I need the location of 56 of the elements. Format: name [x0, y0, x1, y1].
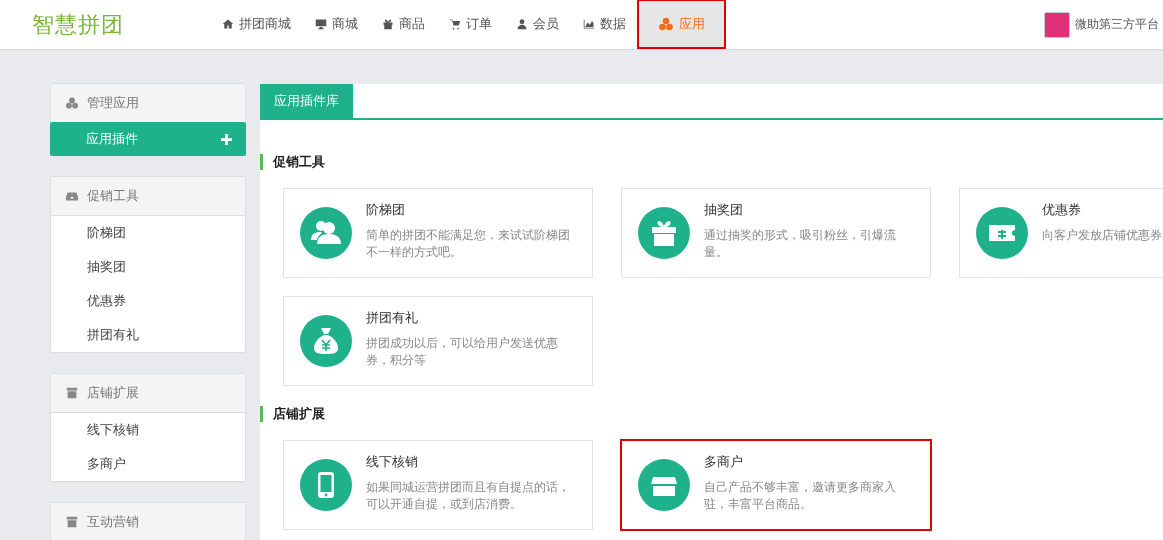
- plugin-card[interactable]: 阶梯团 简单的拼团不能满足您，来试试阶梯团不一样的方式吧。: [283, 188, 593, 278]
- nav-tab[interactable]: 拼团商城: [210, 0, 303, 48]
- users-icon: [300, 207, 352, 259]
- store-icon: [638, 459, 690, 511]
- section-heading: 店铺扩展: [260, 406, 1163, 422]
- plugin-card[interactable]: 拼团有礼 拼团成功以后，可以给用户发送优惠券，积分等: [283, 296, 593, 386]
- card-description: 向客户发放店铺优惠券: [1042, 227, 1163, 244]
- account-avatar: [1044, 11, 1070, 38]
- box-icon: [65, 515, 79, 529]
- card-title: 拼团有礼: [366, 309, 419, 327]
- sidebar-item[interactable]: 阶梯团: [51, 216, 245, 250]
- cubes-icon: [658, 16, 674, 32]
- cubes-icon: [65, 96, 79, 110]
- gift-icon: [638, 207, 690, 259]
- sidebar-item[interactable]: 优惠券: [51, 284, 245, 318]
- nav-tab[interactable]: 订单: [437, 0, 504, 48]
- card-description: 如果同城运营拼团而且有自提点的话，可以开通自提，或到店消费。: [366, 479, 571, 513]
- card-description: 通过抽奖的形式，吸引粉丝，引爆流量。: [704, 227, 897, 261]
- phone-icon: [300, 459, 352, 511]
- plus-icon[interactable]: [221, 133, 232, 145]
- nav-tab[interactable]: 数据: [571, 0, 638, 48]
- nav-tab[interactable]: 商城: [303, 0, 370, 48]
- ticket-icon: [976, 207, 1028, 259]
- sidebar-heading: 店铺扩展: [87, 384, 139, 402]
- sidebar-item[interactable]: 抽奖团: [51, 250, 245, 284]
- card-description: 自己产品不够丰富，邀请更多商家入驻，丰富平台商品。: [704, 479, 897, 513]
- box-icon: [65, 386, 79, 400]
- monitor-icon: [315, 18, 327, 30]
- plugin-card[interactable]: 抽奖团 通过抽奖的形式，吸引粉丝，引爆流量。: [621, 188, 931, 278]
- cart-icon: [449, 18, 461, 30]
- card-title: 抽奖团: [704, 201, 744, 219]
- card-title: 多商户: [704, 453, 744, 471]
- card-description: 简单的拼团不能满足您，来试试阶梯团不一样的方式吧。: [366, 227, 571, 261]
- card-title: 线下核销: [366, 453, 419, 471]
- home-icon: [222, 18, 234, 30]
- user-icon: [516, 18, 528, 30]
- sidebar-item[interactable]: 多商户: [51, 447, 245, 481]
- nav-tab[interactable]: 会员: [504, 0, 571, 48]
- gift-icon: [382, 18, 394, 30]
- section-heading: 促销工具: [260, 154, 1163, 170]
- account-name[interactable]: 微助第三方平台: [1075, 16, 1159, 33]
- chart-icon: [583, 18, 595, 30]
- plugin-card[interactable]: 优惠券 向客户发放店铺优惠券: [959, 188, 1163, 278]
- logo: 智慧拼团: [31, 10, 125, 39]
- money-bag-icon: [300, 315, 352, 367]
- nav-tab[interactable]: 商品: [370, 0, 437, 48]
- sidebar-heading: 促销工具: [87, 187, 139, 205]
- sidebar-heading: 互动营销: [87, 513, 139, 531]
- plugin-card[interactable]: 线下核销 如果同城运营拼团而且有自提点的话，可以开通自提，或到店消费。: [283, 440, 593, 530]
- sidebar-item[interactable]: 线下核销: [51, 413, 245, 447]
- sidebar-item[interactable]: 拼团有礼: [51, 318, 245, 352]
- card-description: 拼团成功以后，可以给用户发送优惠券，积分等: [366, 335, 559, 369]
- sidebar-heading: 管理应用: [87, 94, 139, 112]
- card-title: 优惠券: [1042, 201, 1082, 219]
- plugin-card[interactable]: 多商户 自己产品不够丰富，邀请更多商家入驻，丰富平台商品。: [621, 440, 931, 530]
- card-title: 阶梯团: [366, 201, 406, 219]
